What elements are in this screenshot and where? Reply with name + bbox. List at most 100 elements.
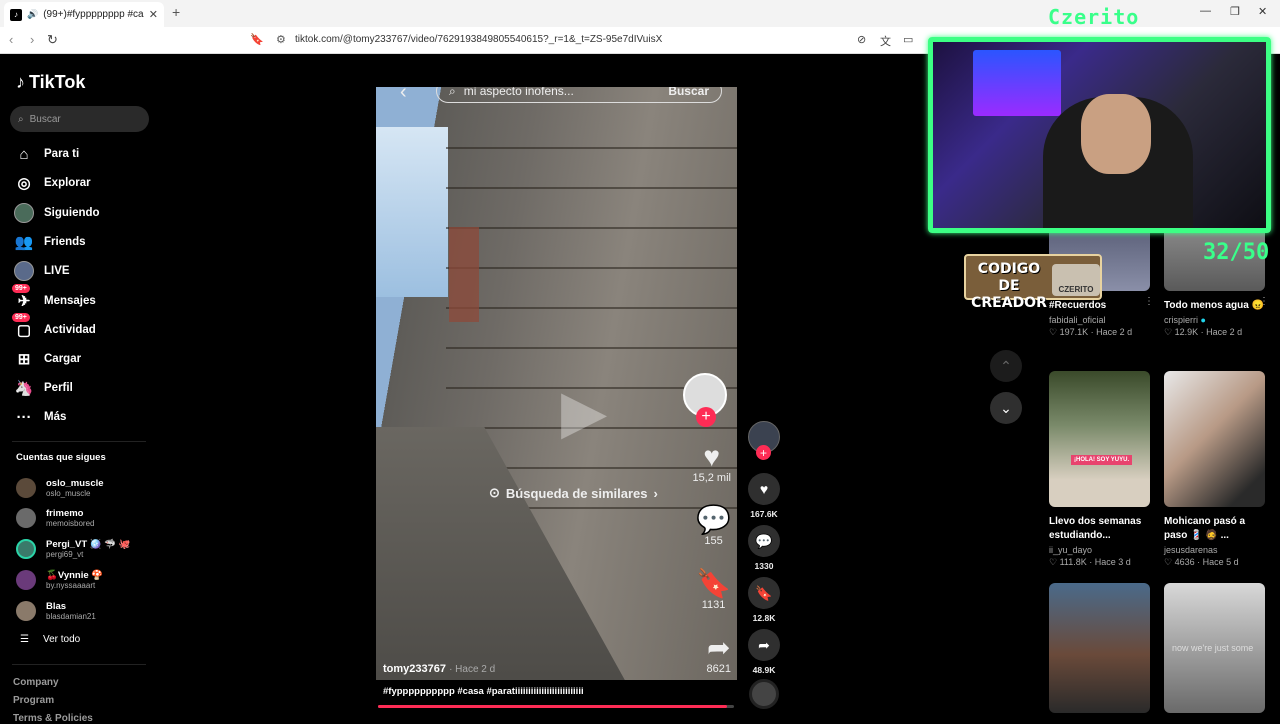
following-handle: memoisbored xyxy=(46,518,95,528)
bookmark-icon: 🔖 xyxy=(748,577,780,609)
search-input[interactable]: ⌕ Buscar xyxy=(10,106,149,132)
video-author[interactable]: tomy233767 · Hace 2 d xyxy=(383,663,495,675)
recommended-card[interactable]: now we're just some xyxy=(1164,583,1265,713)
chevron-down-icon: ⌄ xyxy=(1000,399,1012,416)
list-icon: ☰ xyxy=(20,634,29,645)
following-handle: oslo_muscle xyxy=(46,488,91,498)
recommended-card[interactable]: Mohicano pasó a paso 💈 🧔 ... jesusdarena… xyxy=(1164,371,1265,568)
nav-label: Siguiendo xyxy=(44,207,100,219)
site-info-icon[interactable]: ⚙ xyxy=(276,33,286,46)
nav-label: Explorar xyxy=(44,177,91,189)
thumb-overlay-text: now we're just some xyxy=(1172,643,1254,653)
video-caption[interactable]: #fypppppppppp #casa #paratiiiiiiiiiiiiii… xyxy=(383,686,584,697)
nav-friends[interactable]: 👥 Friends xyxy=(14,231,86,253)
inner-share: ➦ 8621 xyxy=(706,633,731,676)
recommended-card[interactable]: ¡HOLA! SOY YUYU. Llevo dos semanas estud… xyxy=(1049,371,1150,568)
nav-siguiendo[interactable]: Siguiendo xyxy=(14,202,100,224)
creator-code-tag: CZERITO xyxy=(1052,264,1100,296)
nav-para-ti[interactable]: ⌂ Para ti xyxy=(14,143,79,165)
music-disc-avatar[interactable] xyxy=(749,679,779,709)
inner-save-count: 1131 xyxy=(701,599,726,611)
recommended-card[interactable] xyxy=(1049,583,1150,713)
more-options-icon[interactable]: ⋮ xyxy=(1259,296,1269,307)
next-video-button[interactable]: ⌄ xyxy=(990,392,1022,424)
inner-share-count: 8621 xyxy=(706,663,731,675)
card-stats: ♡ 12.9K · Hace 2 d xyxy=(1164,327,1243,337)
follow-plus-icon[interactable]: + xyxy=(756,445,771,460)
following-handle: blasdamian21 xyxy=(46,611,96,621)
video-window-board xyxy=(449,227,479,322)
card-time: Hace 5 d xyxy=(1202,557,1239,567)
nav-mas[interactable]: ··· Más xyxy=(14,406,67,428)
footer-program[interactable]: Program xyxy=(13,695,54,706)
card-time: Hace 3 d xyxy=(1094,557,1131,567)
card-thumbnail: ¡HOLA! SOY YUYU. xyxy=(1049,371,1150,507)
card-time: Hace 2 d xyxy=(1206,327,1243,337)
browser-tab[interactable]: ♪ 🔊 (99+)#fypppppppp #casa #... ✕ xyxy=(4,2,164,27)
bookmark-icon[interactable]: 🔖 xyxy=(250,33,264,46)
nav-actividad[interactable]: ▢ 99+ Actividad xyxy=(12,313,96,341)
tiktok-logo[interactable]: ♪ TikTok xyxy=(16,72,85,93)
nav-perfil[interactable]: 🦄 Perfil xyxy=(14,377,73,399)
inner-back-icon: ‹ xyxy=(400,87,407,103)
following-item[interactable]: Blas blasdamian21 xyxy=(16,598,96,624)
see-all-button[interactable]: ☰ Ver todo xyxy=(20,634,80,645)
url-input[interactable]: tiktok.com/@tomy233767/video/76291938498… xyxy=(295,34,662,45)
previous-video-button[interactable]: ⌃ xyxy=(990,350,1022,382)
forward-icon[interactable]: › xyxy=(30,32,34,47)
nav-label: Friends xyxy=(44,236,86,248)
like-button[interactable]: ♥ 167.6K xyxy=(747,473,781,519)
reload-icon[interactable]: ↻ xyxy=(47,32,58,48)
nav-cargar[interactable]: ⊞ Cargar xyxy=(14,348,81,370)
new-tab-button[interactable]: + xyxy=(172,4,180,20)
card-stats: ♡ 197.1K · Hace 2 d xyxy=(1049,327,1133,337)
avatar xyxy=(16,539,36,559)
more-options-icon[interactable]: ⋮ xyxy=(1144,296,1154,307)
activity-badge: 99+ xyxy=(12,313,30,322)
nav-live[interactable]: LIVE xyxy=(14,260,70,282)
share-button[interactable]: ➦ 48.9K xyxy=(747,629,781,675)
video-plank xyxy=(446,187,737,189)
inner-bookmark-icon: 🔖 xyxy=(696,568,731,599)
video-plank xyxy=(446,267,737,269)
thumb-caption: ¡HOLA! SOY YUYU. xyxy=(1071,455,1133,465)
nav-explorar[interactable]: ◎ Explorar xyxy=(14,172,91,194)
card-likes: 197.1K xyxy=(1059,327,1089,337)
play-icon[interactable]: ▶ xyxy=(561,377,607,447)
logo-text: TikTok xyxy=(29,72,86,92)
translate-icon[interactable]: 文 xyxy=(880,33,891,49)
inner-search-icon: ⌕ xyxy=(449,87,456,98)
no-tracking-icon[interactable]: ⊘ xyxy=(857,33,866,46)
maximize-icon[interactable]: ❐ xyxy=(1230,5,1240,18)
avatar xyxy=(16,508,36,528)
nav-label: Perfil xyxy=(44,382,73,394)
speaker-icon[interactable]: 🔊 xyxy=(27,9,38,20)
friends-icon: 👥 xyxy=(14,234,34,251)
minimize-icon[interactable]: — xyxy=(1200,5,1211,17)
following-name: 🍒Vynnie 🍄 xyxy=(46,569,104,581)
close-window-icon[interactable]: ✕ xyxy=(1258,5,1267,18)
following-item[interactable]: frimemo memoisbored xyxy=(16,505,94,531)
inner-comment: 💬 155 xyxy=(696,505,731,548)
footer-company[interactable]: Company xyxy=(13,677,59,688)
footer-terms[interactable]: Terms & Policies xyxy=(13,713,93,724)
following-item[interactable]: Pergi_VT 🪩 🦈 🐙 pergi69_vt xyxy=(16,536,131,562)
comment-button[interactable]: 💬 1330 xyxy=(747,525,781,571)
search-icon: ⌕ xyxy=(18,113,24,125)
heart-icon: ♥ xyxy=(748,473,780,505)
score-counter: 32/50 xyxy=(1203,240,1270,265)
profile-icon: 🦄 xyxy=(14,380,34,397)
cast-icon[interactable]: ▭ xyxy=(903,33,913,46)
following-item[interactable]: 🍒Vynnie 🍄 by.nyssaaaart xyxy=(16,567,103,593)
following-item[interactable]: oslo_muscle oslo_muscle xyxy=(16,475,104,501)
back-icon[interactable]: ‹ xyxy=(9,32,13,47)
close-tab-icon[interactable]: ✕ xyxy=(149,8,158,21)
following-title: Cuentas que sigues xyxy=(16,452,106,463)
nav-mensajes[interactable]: ✈ 99+ Mensajes xyxy=(12,284,96,312)
video-player[interactable]: ‹ ⌕ mi aspecto inofens... Buscar ▶ ⊙ Bús… xyxy=(376,87,737,680)
card-user: ii_yu_dayo xyxy=(1049,545,1093,555)
avatar xyxy=(16,570,36,590)
save-button[interactable]: 🔖 12.8K xyxy=(747,577,781,623)
progress-track[interactable] xyxy=(378,705,734,708)
see-all-label: Ver todo xyxy=(42,634,81,645)
